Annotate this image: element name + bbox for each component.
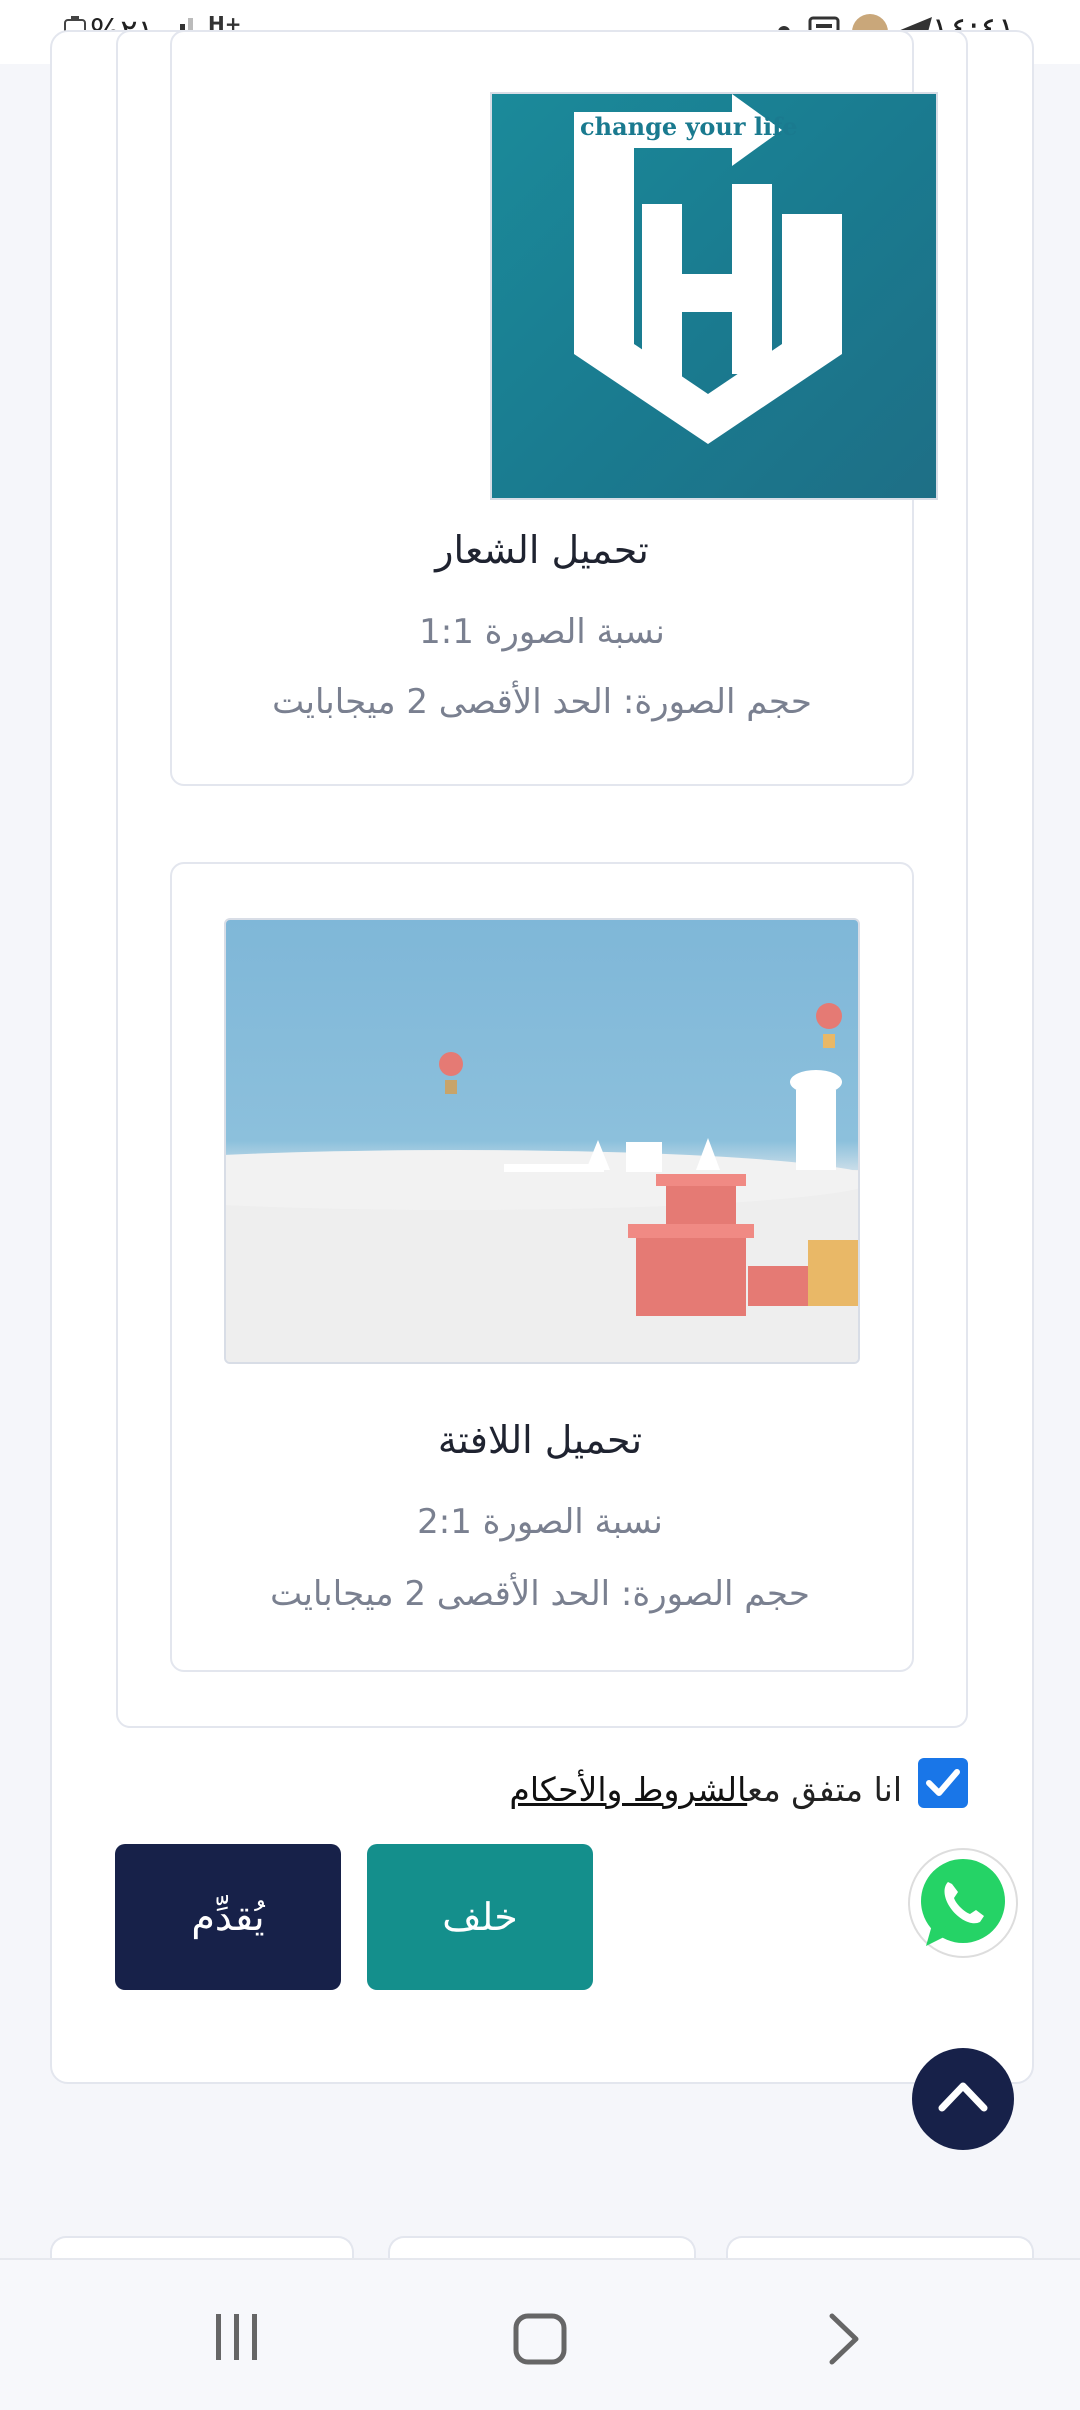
logo-upload-card[interactable]: change your life تحميل الشعار نسبة الصور…: [170, 30, 938, 786]
banner-upload-title: تحميل اللافتة: [437, 1418, 643, 1462]
logo-shield-graphic: [574, 94, 842, 444]
whatsapp-icon[interactable]: [906, 1846, 1020, 1960]
system-nav-bar: [0, 2258, 1080, 2410]
terms-prefix: انا متفق مع: [747, 1770, 902, 1809]
banner-preview-image[interactable]: [224, 918, 860, 1364]
chevron-up-icon: [938, 2082, 988, 2112]
home-icon[interactable]: [512, 2312, 568, 2366]
terms-link[interactable]: الشروط والأحكام: [509, 1770, 747, 1809]
logo-tagline: change your life: [580, 112, 798, 141]
banner-ratio-text: نسبة الصورة 2:1: [417, 1502, 663, 1542]
back-button[interactable]: خلف: [367, 1844, 593, 1990]
logo-preview-image[interactable]: change your life: [490, 92, 938, 500]
back-icon[interactable]: [824, 2312, 864, 2366]
submit-button[interactable]: يُقدِّم: [115, 1844, 341, 1990]
scroll-top-button[interactable]: [912, 2048, 1014, 2150]
logo-size-text: حجم الصورة: الحد الأقصى 2 ميجابايت: [272, 682, 812, 722]
terms-row: انا متفق معالشروط والأحكام: [448, 1752, 968, 1812]
checkmark-icon: [926, 1769, 960, 1796]
banner-size-text: حجم الصورة: الحد الأقصى 2 ميجابايت: [270, 1574, 810, 1614]
banner-scene-graphic: [226, 1003, 858, 1362]
logo-ratio-text: نسبة الصورة 1:1: [419, 612, 665, 652]
terms-checkbox[interactable]: [918, 1758, 968, 1808]
terms-label: انا متفق معالشروط والأحكام: [509, 1770, 902, 1809]
recent-apps-icon[interactable]: [212, 2312, 262, 2362]
logo-upload-title: تحميل الشعار: [435, 528, 649, 572]
